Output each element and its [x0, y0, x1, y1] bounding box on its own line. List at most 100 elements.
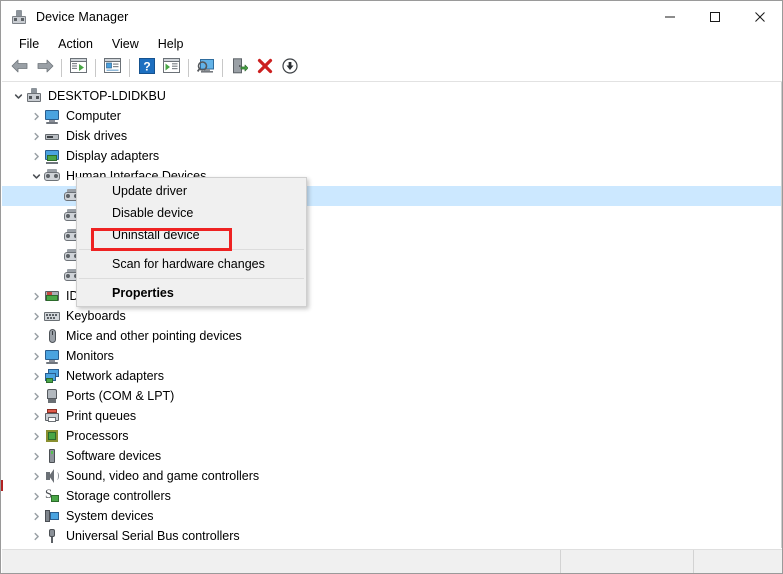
- software-device-icon: [44, 448, 60, 464]
- toolbar: ?: [2, 55, 782, 82]
- usb-controller-icon: [44, 528, 60, 544]
- status-pane-3: [694, 550, 782, 573]
- help-button[interactable]: ?: [134, 56, 159, 80]
- properties-button[interactable]: [100, 56, 125, 80]
- tree-item-label: Monitors: [66, 349, 114, 363]
- chevron-right-icon[interactable]: [28, 108, 44, 124]
- disk-drive-icon: [44, 128, 60, 144]
- context-menu-item-scan-for-hardware-changes[interactable]: Scan for hardware changes: [77, 253, 306, 275]
- tree-item-system-devices[interactable]: System devices: [2, 506, 782, 526]
- chevron-down-icon[interactable]: [10, 88, 26, 104]
- port-icon: [44, 388, 60, 404]
- tree-item-label: Print queues: [66, 409, 137, 423]
- context-menu-separator: [79, 249, 304, 250]
- device-tree-pane[interactable]: DESKTOP-LDIDKBU Computer Disk drives Dis…: [2, 82, 782, 547]
- tree-item-network-adapters[interactable]: Network adapters: [2, 366, 782, 386]
- tree-item-label: Network adapters: [66, 369, 164, 383]
- tree-item-label: Disk drives: [66, 129, 128, 143]
- properties-window-icon: [104, 58, 121, 78]
- processor-icon: [44, 428, 60, 444]
- device-tree: DESKTOP-LDIDKBU Computer Disk drives Dis…: [2, 82, 782, 546]
- chevron-right-icon[interactable]: [28, 448, 44, 464]
- tree-item-display-adapters[interactable]: Display adapters: [2, 146, 782, 166]
- tree-item-mice[interactable]: Mice and other pointing devices: [2, 326, 782, 346]
- down-arrow-circle-icon: [281, 57, 298, 79]
- tree-item-software-devices[interactable]: Software devices: [2, 446, 782, 466]
- show-hide-console-tree-button[interactable]: [66, 56, 91, 80]
- tree-item-monitors[interactable]: Monitors: [2, 346, 782, 366]
- context-menu-separator: [79, 278, 304, 279]
- chevron-right-icon[interactable]: [28, 148, 44, 164]
- chevron-right-icon[interactable]: [28, 308, 44, 324]
- disable-device-button[interactable]: [277, 56, 302, 80]
- window-controls: [647, 1, 782, 32]
- close-icon[interactable]: [737, 1, 782, 32]
- tree-item-keyboards[interactable]: Keyboards: [2, 306, 782, 326]
- menu-bar: File Action View Help: [2, 32, 782, 55]
- menu-view[interactable]: View: [103, 35, 148, 53]
- tree-item-label: Computer: [66, 109, 121, 123]
- tree-item-sound-controllers[interactable]: Sound, video and game controllers: [2, 466, 782, 486]
- tree-item-processors[interactable]: Processors: [2, 426, 782, 446]
- monitor-icon: [44, 108, 60, 124]
- chevron-right-icon[interactable]: [28, 348, 44, 364]
- context-menu-item-disable-device[interactable]: Disable device: [77, 202, 306, 224]
- tree-item-computer[interactable]: Computer: [2, 106, 782, 126]
- context-menu[interactable]: Update driver Disable device Uninstall d…: [76, 177, 307, 307]
- toolbar-separator: [95, 59, 96, 77]
- chevron-right-icon[interactable]: [28, 128, 44, 144]
- chevron-right-icon[interactable]: [28, 508, 44, 524]
- minimize-icon[interactable]: [647, 1, 692, 32]
- tree-item-label: Software devices: [66, 449, 162, 463]
- tree-item-disk-drives[interactable]: Disk drives: [2, 126, 782, 146]
- tree-item-print-queues[interactable]: Print queues: [2, 406, 782, 426]
- hid-icon: [44, 168, 60, 184]
- scan-for-hardware-changes-button[interactable]: [193, 56, 218, 80]
- printer-icon: [44, 408, 60, 424]
- network-adapter-icon: [44, 368, 60, 384]
- toolbar-separator: [188, 59, 189, 77]
- back-button[interactable]: [7, 56, 32, 80]
- mouse-icon: [44, 328, 60, 344]
- chevron-right-icon[interactable]: [28, 368, 44, 384]
- menu-file[interactable]: File: [10, 35, 48, 53]
- update-driver-button[interactable]: [227, 56, 252, 80]
- chevron-down-icon[interactable]: [28, 168, 44, 184]
- menu-action[interactable]: Action: [49, 35, 102, 53]
- tree-item-label: System devices: [66, 509, 154, 523]
- uninstall-device-button[interactable]: [252, 56, 277, 80]
- action-pane-icon: [163, 58, 180, 78]
- context-menu-item-uninstall-device[interactable]: Uninstall device: [77, 224, 306, 246]
- chevron-right-icon[interactable]: [28, 468, 44, 484]
- context-menu-item-update-driver[interactable]: Update driver: [77, 180, 306, 202]
- chevron-right-icon[interactable]: [28, 328, 44, 344]
- scan-monitor-icon: [196, 58, 215, 79]
- update-driver-icon: [232, 57, 248, 79]
- tree-item-label: Ports (COM & LPT): [66, 389, 175, 403]
- chevron-right-icon[interactable]: [28, 388, 44, 404]
- monitor-icon: [44, 348, 60, 364]
- context-menu-item-properties[interactable]: Properties: [77, 282, 306, 304]
- tree-root-desktop[interactable]: DESKTOP-LDIDKBU: [2, 86, 782, 106]
- tree-item-label: Universal Serial Bus controllers: [66, 529, 240, 543]
- chevron-right-icon[interactable]: [28, 428, 44, 444]
- forward-button[interactable]: [32, 56, 57, 80]
- show-hide-action-pane-button[interactable]: [159, 56, 184, 80]
- svg-text:?: ?: [143, 59, 150, 73]
- chevron-right-icon[interactable]: [28, 528, 44, 544]
- chevron-right-icon[interactable]: [28, 288, 44, 304]
- maximize-icon[interactable]: [692, 1, 737, 32]
- toolbar-separator: [129, 59, 130, 77]
- keyboard-icon: [44, 308, 60, 324]
- ide-controller-icon: [44, 288, 60, 304]
- tree-item-storage-controllers[interactable]: S Storage controllers: [2, 486, 782, 506]
- tree-item-label: Storage controllers: [66, 489, 171, 503]
- tree-item-usb-controllers[interactable]: Universal Serial Bus controllers: [2, 526, 782, 546]
- back-arrow-icon: [11, 59, 29, 78]
- tree-item-label: Processors: [66, 429, 129, 443]
- tree-item-ports[interactable]: Ports (COM & LPT): [2, 386, 782, 406]
- chevron-right-icon[interactable]: [28, 488, 44, 504]
- menu-help[interactable]: Help: [149, 35, 193, 53]
- chevron-right-icon[interactable]: [28, 408, 44, 424]
- storage-controller-icon: S: [44, 487, 60, 504]
